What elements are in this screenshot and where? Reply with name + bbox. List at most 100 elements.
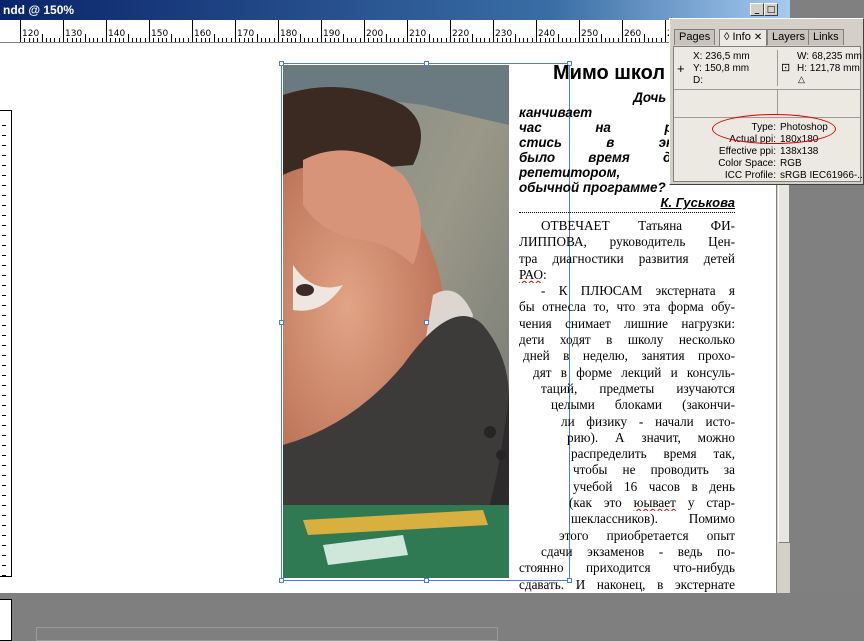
ruler-tick (661, 38, 662, 42)
margin-mark (2, 515, 6, 516)
ruler-tick (527, 38, 528, 42)
height-value: H: 121,78 mm (797, 63, 860, 74)
article-title: Мимо школ (553, 62, 665, 85)
tab-pages[interactable]: Pages (674, 29, 715, 45)
ruler-tick (226, 38, 227, 42)
article-divider (519, 212, 735, 213)
ruler-label: 180 (280, 29, 297, 39)
margin-mark (2, 535, 6, 536)
placed-photo[interactable] (283, 65, 509, 578)
panel-separator (777, 50, 778, 86)
ruler-tick (523, 38, 524, 42)
ruler-tick (437, 38, 438, 42)
ruler-tick (579, 20, 580, 42)
ruler-tick (308, 38, 309, 42)
ruler-tick (140, 38, 141, 42)
spelling-error[interactable]: РАО (519, 267, 543, 282)
bottom-text-frame[interactable] (36, 627, 498, 641)
tab-layers[interactable]: Layers (767, 29, 810, 45)
ruler-tick (89, 38, 90, 42)
crosshair-icon: + (677, 61, 685, 76)
distance: D: (693, 75, 703, 86)
body-line: бы отнесла то, что эта форма обу- (519, 299, 735, 315)
ruler-label: 200 (366, 29, 383, 39)
ruler-tick (398, 38, 399, 42)
info-panel[interactable]: Pages◊ Info✕LayersLinks + X: 236,5 mm Y:… (669, 18, 864, 185)
ruler-tick (192, 20, 193, 42)
color-space-value: RGB (780, 158, 802, 169)
ruler-tick (231, 38, 232, 42)
ruler-tick (407, 20, 408, 42)
minimize-button[interactable]: _ (750, 3, 764, 16)
tab-label: Layers (772, 31, 805, 43)
effective-ppi-value: 138x138 (780, 146, 818, 157)
ruler-tick (403, 38, 404, 42)
margin-mark (2, 425, 6, 426)
ruler-tick (476, 38, 477, 42)
ruler-tick (261, 38, 262, 42)
body-line: стоянно приходится что-нибудь (519, 560, 735, 576)
ruler-tick (132, 38, 133, 42)
margin-mark (2, 185, 6, 186)
ruler-tick (601, 34, 602, 42)
ruler-tick (85, 34, 86, 42)
ruler-tick (347, 38, 348, 42)
margin-mark (2, 215, 6, 216)
article-body: ОТВЕЧАЕТ Татьяна ФИ-ЛИППОВА, руководител… (519, 218, 735, 593)
margin-mark (2, 565, 6, 566)
ruler-tick (446, 38, 447, 42)
ruler-tick (656, 38, 657, 42)
margin-mark (2, 475, 6, 476)
margin-mark (2, 435, 6, 436)
close-icon[interactable]: ✕ (754, 30, 762, 45)
panel-separator (777, 90, 778, 115)
ruler-label: 140 (108, 29, 125, 39)
margin-mark (2, 245, 6, 246)
ruler-tick (390, 38, 391, 42)
document-title-bar[interactable]: ndd @ 150% _ □ (0, 0, 790, 20)
article-signature: К. Гуськова (661, 195, 736, 210)
ruler-tick (222, 38, 223, 42)
ruler-tick (274, 38, 275, 42)
margin-mark (2, 395, 6, 396)
document-title: ndd @ 150% (3, 0, 74, 20)
tab-links[interactable]: Links (808, 29, 844, 45)
ruler-tick (102, 38, 103, 42)
body-line: таций, предметы изучаются (519, 381, 735, 397)
ruler-tick (562, 38, 563, 42)
ruler-tick (515, 34, 516, 42)
body-line: - К ПЛЮСАМ экстерната я (519, 283, 735, 299)
spelling-error[interactable]: юывает (634, 495, 676, 510)
body-line: ОТВЕЧАЕТ Татьяна ФИ- (519, 218, 735, 234)
effective-ppi-label: Effective ppi: (719, 146, 776, 157)
ruler-tick (355, 38, 356, 42)
ruler-label: 230 (495, 29, 512, 39)
ruler-tick (665, 20, 666, 42)
ruler-tick (433, 38, 434, 42)
ruler-tick (575, 38, 576, 42)
margin-mark (2, 455, 6, 456)
margin-mark (2, 305, 6, 306)
ruler-tick (136, 38, 137, 42)
ruler-tick (351, 38, 352, 42)
body-line: чтобы не проводить за (519, 462, 735, 478)
panel-separator (674, 89, 860, 90)
color-space-label: Color Space: (718, 158, 776, 169)
ruler-label: 260 (624, 29, 641, 39)
margin-mark (2, 505, 6, 506)
angle-icon: △ (798, 74, 805, 85)
tab-info[interactable]: ◊ Info✕ (719, 29, 767, 46)
ruler-tick (644, 34, 645, 42)
ruler-tick (317, 38, 318, 42)
ruler-tick (321, 20, 322, 42)
ruler-label: 120 (22, 29, 39, 39)
margin-mark (2, 545, 6, 546)
body-line: дети ходят в школу несколько (519, 332, 735, 348)
dimensions-icon: ⊡ (781, 61, 790, 74)
body-line: рию). А значит, можно (519, 430, 735, 446)
ruler-tick (269, 38, 270, 42)
maximize-button[interactable]: □ (764, 3, 778, 16)
y-coordinate: Y: 150,8 mm (693, 63, 749, 74)
body-line: сдавать. И наконец, в экстернате (519, 577, 735, 593)
body-line: дней в неделю, занятия прохо- (519, 348, 735, 364)
